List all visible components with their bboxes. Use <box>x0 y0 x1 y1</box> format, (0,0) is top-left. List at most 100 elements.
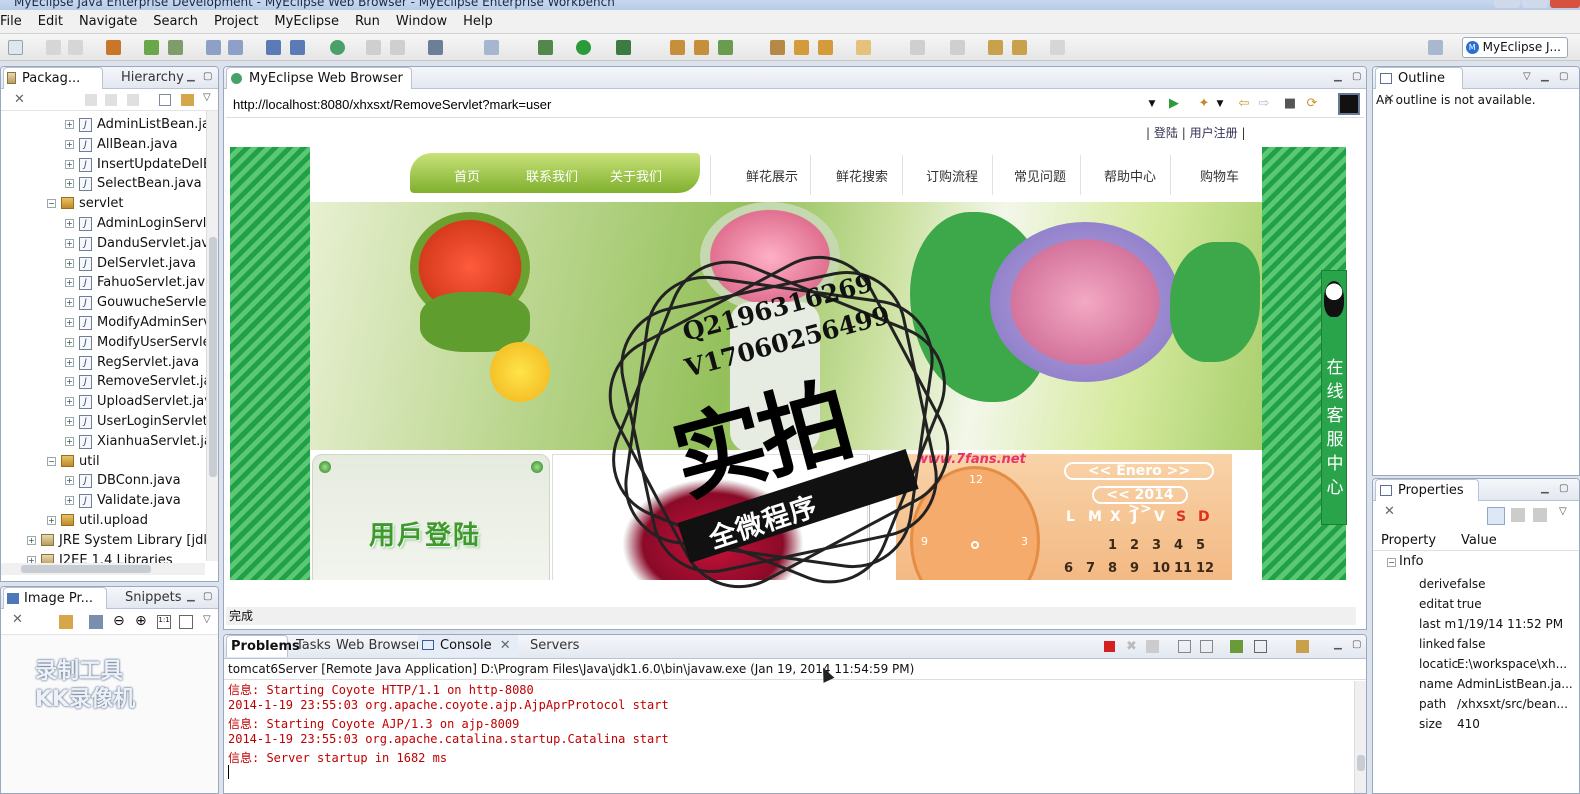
tab-servers[interactable]: Servers <box>526 635 583 657</box>
run-icon[interactable] <box>576 40 591 55</box>
expand-toggle-icon[interactable]: + <box>65 258 74 268</box>
actual-size-icon[interactable]: 1:1 <box>157 615 171 629</box>
save-all-icon[interactable] <box>68 40 83 55</box>
fit-image-icon[interactable] <box>89 615 103 629</box>
console-scroll-thumb[interactable] <box>1357 755 1365 771</box>
terminate-icon[interactable] <box>1104 641 1115 652</box>
open-perspective-button-icon[interactable] <box>1428 40 1443 55</box>
tree-item[interactable]: FahuoServlet.java <box>97 273 213 292</box>
tree-item[interactable]: Validate.java <box>97 491 181 510</box>
categories-icon[interactable] <box>1487 507 1505 525</box>
calendar-day[interactable]: 9 <box>1130 561 1139 576</box>
expand-toggle-icon[interactable]: + <box>65 496 74 506</box>
tab-web-browser-bottom[interactable]: Web Browser <box>332 635 425 657</box>
property-value[interactable]: true <box>1457 597 1482 611</box>
tree-item[interactable]: UserLoginServlet. <box>97 412 212 431</box>
back-nav-icon[interactable] <box>85 94 97 106</box>
nav-cart[interactable]: 购物车 <box>1200 166 1239 185</box>
expand-toggle-icon[interactable]: + <box>65 337 74 347</box>
menu-search[interactable]: Search <box>145 14 206 29</box>
menu-help[interactable]: Help <box>455 14 501 29</box>
nav-order-process[interactable]: 订购流程 <box>926 166 978 185</box>
property-value[interactable]: E:\workspace\xh... <box>1457 657 1567 671</box>
url-dropdown-icon[interactable]: ▼ <box>1144 96 1160 112</box>
menu-project[interactable]: Project <box>206 14 266 29</box>
tab-web-browser[interactable]: MyEclipse Web Browser ✕ <box>226 67 412 107</box>
tree-horizontal-scrollbar[interactable] <box>1 563 205 575</box>
expand-toggle-icon[interactable]: + <box>47 516 56 525</box>
tree-item[interactable]: JRE System Library [jdk1 <box>59 531 218 550</box>
calendar-day[interactable]: 3 <box>1152 538 1161 553</box>
calendar-day[interactable]: 12 <box>1196 561 1214 576</box>
search-icon[interactable] <box>770 40 785 55</box>
pin-icon[interactable] <box>59 615 73 629</box>
open-perspective-icon[interactable] <box>484 40 499 55</box>
tree-item[interactable]: DelServlet.java <box>97 254 196 273</box>
view-menu-icon[interactable]: ▽ <box>203 614 211 625</box>
tree-item[interactable]: RegServlet.java <box>97 353 199 372</box>
console-scrollbar[interactable] <box>1354 681 1366 793</box>
calendar-day[interactable]: 6 <box>1064 561 1073 576</box>
stop-icon[interactable]: ■ <box>1282 96 1298 112</box>
property-value[interactable]: 1/19/14 11:52 PM <box>1457 617 1563 631</box>
browser-forward-icon[interactable]: ⇨ <box>1256 96 1272 112</box>
deploy-icon[interactable] <box>144 40 159 55</box>
property-key[interactable]: path <box>1419 697 1446 711</box>
browser-screen-icon[interactable] <box>1338 93 1360 115</box>
property-value[interactable]: 410 <box>1457 717 1480 731</box>
minimize-icon[interactable]: ▁ <box>1541 71 1549 82</box>
tab-console[interactable]: Console ✕ <box>418 635 518 657</box>
folder-icon[interactable] <box>856 40 871 55</box>
expand-toggle-icon[interactable]: + <box>65 278 74 288</box>
calendar-month[interactable]: << Enero >> <box>1064 462 1214 480</box>
expand-toggle-icon[interactable]: + <box>65 397 74 407</box>
zoom-in-icon[interactable]: ⊕ <box>135 613 147 629</box>
calendar-day[interactable]: 11 <box>1174 561 1192 576</box>
nav-about[interactable]: 关于我们 <box>610 166 662 185</box>
online-service-tab[interactable]: 在线客服中心 <box>1321 270 1347 525</box>
collapse-icon[interactable]: − <box>1387 558 1396 567</box>
expand-toggle-icon[interactable]: + <box>65 357 74 367</box>
debug-icon[interactable] <box>538 40 553 55</box>
nav-faq[interactable]: 常见问题 <box>1014 166 1066 185</box>
expand-toggle-icon[interactable]: + <box>65 436 74 446</box>
maximize-icon[interactable]: ▢ <box>1559 71 1568 82</box>
minimize-button[interactable] <box>1494 0 1520 8</box>
tree-item[interactable]: XianhuaServlet.jav <box>97 432 218 451</box>
fit-window-icon[interactable] <box>179 615 193 629</box>
perspective-switcher[interactable]: M MyEclipse J... <box>1461 37 1568 58</box>
property-key[interactable]: locatic <box>1419 657 1458 671</box>
tab-package-explorer[interactable]: Packag... ✕ <box>3 67 103 107</box>
tab-tasks[interactable]: Tasks <box>292 635 335 657</box>
new-package-icon[interactable] <box>694 40 709 55</box>
open-console-icon[interactable] <box>1296 640 1309 653</box>
tab-properties[interactable]: Properties ✕ <box>1375 479 1479 519</box>
last-edit-icon[interactable] <box>988 40 1003 55</box>
scroll-thumb[interactable] <box>209 237 217 477</box>
new-class-icon[interactable] <box>670 40 685 55</box>
menu-navigate[interactable]: Navigate <box>71 14 145 29</box>
tree-item[interactable]: AdminLoginServle <box>97 214 214 233</box>
calendar-day[interactable]: 7 <box>1086 561 1095 576</box>
expand-toggle-icon[interactable]: + <box>65 219 74 228</box>
build-icon[interactable] <box>206 40 221 55</box>
up-nav-icon[interactable] <box>127 94 139 106</box>
maximize-icon[interactable]: ▢ <box>203 591 212 602</box>
tree-item[interactable]: UploadServlet.jav <box>97 392 212 411</box>
calendar-day[interactable]: 8 <box>1108 561 1117 576</box>
menu-file[interactable]: File <box>0 14 30 29</box>
maximize-button[interactable] <box>1522 0 1548 8</box>
expand-toggle-icon[interactable]: + <box>65 476 74 486</box>
menu-run[interactable]: Run <box>347 14 388 29</box>
expand-toggle-icon[interactable]: + <box>65 238 74 248</box>
minimize-icon[interactable]: ▁ <box>187 591 195 602</box>
new-icon[interactable] <box>8 40 23 55</box>
window-icon[interactable] <box>428 40 443 55</box>
close-window-button[interactable] <box>1550 0 1580 8</box>
tab-image-preview[interactable]: Image Pr... ✕ <box>3 587 107 627</box>
tab-outline[interactable]: Outline ✕ <box>1375 67 1463 107</box>
scroll-lock-icon[interactable] <box>1200 640 1213 653</box>
expand-toggle-icon[interactable]: + <box>65 179 74 189</box>
forward-icon[interactable] <box>1050 40 1065 55</box>
new-web-project-icon[interactable] <box>266 40 281 55</box>
